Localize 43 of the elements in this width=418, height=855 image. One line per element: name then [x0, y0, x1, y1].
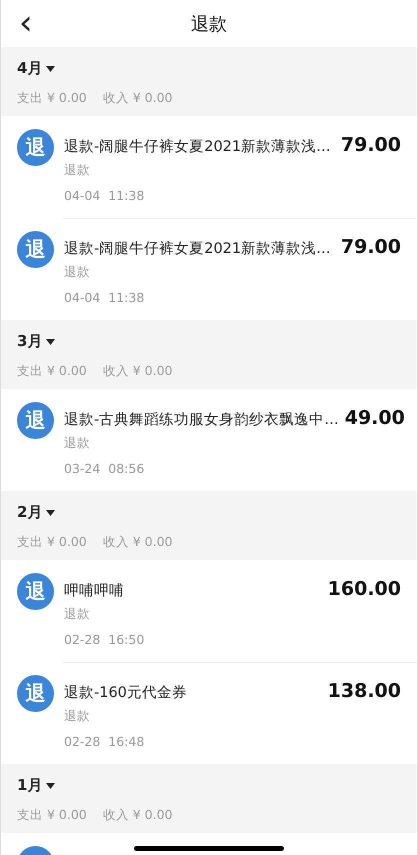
transaction-time: 04-04 11:38	[64, 188, 146, 203]
transaction-time: 02-28 16:48	[64, 734, 146, 749]
transaction-title: 退款-阔腿牛仔裤女夏2021新款薄款浅…	[64, 138, 331, 156]
transaction-time: 03-24 08:56	[64, 461, 146, 476]
summary-text: 支出 ¥ 0.00	[17, 807, 87, 824]
transaction-amount: 160.00	[328, 578, 401, 600]
summary-text: 收入 ¥ 0.00	[102, 90, 172, 107]
transaction-type: 退款	[64, 162, 91, 179]
caret-icon	[46, 338, 56, 344]
refund-icon: 退	[17, 231, 54, 268]
transaction-type: 退款	[64, 435, 91, 452]
transaction-type: 退款	[64, 606, 91, 623]
transaction-amount: 49.00	[344, 407, 405, 429]
refund-icon: 退	[17, 573, 54, 610]
month-selector[interactable]: 1月	[17, 776, 56, 795]
transaction-title: 退款-古典舞蹈练功服女身韵纱衣飘逸中…	[64, 410, 339, 429]
refund-icon: 退	[17, 675, 54, 712]
transaction-time: 02-28 16:50	[64, 632, 146, 647]
transaction-type: 退款	[64, 708, 91, 725]
transaction-type: 退款	[64, 264, 91, 281]
month-selector[interactable]: 2月	[17, 503, 56, 522]
summary-text: 收入 ¥ 0.00	[102, 807, 172, 824]
transaction-time: 04-04 11:38	[64, 290, 146, 305]
caret-icon	[46, 66, 56, 72]
caret-icon	[46, 510, 56, 516]
month-selector[interactable]: 4月	[17, 59, 56, 78]
transaction-amount: 79.00	[340, 236, 401, 258]
month-selector[interactable]: 3月	[17, 332, 56, 351]
summary-text: 支出 ¥ 0.00	[17, 363, 87, 380]
page-title: 退款	[191, 12, 227, 36]
refund-icon: 退	[17, 402, 54, 439]
summary-text: 收入 ¥ 0.00	[102, 363, 172, 380]
back-button[interactable]: ‹	[13, 6, 39, 40]
transaction-title: 呷哺呷哺	[64, 582, 124, 600]
transaction-amount: 138.00	[328, 680, 401, 702]
transaction-title: 退款-160元代金券	[64, 684, 187, 702]
transaction-title: 退款-阔腿牛仔裤女夏2021新款薄款浅…	[64, 240, 331, 258]
transaction-amount: 79.00	[340, 134, 401, 156]
summary-text: 收入 ¥ 0.00	[102, 534, 172, 551]
caret-icon	[46, 782, 56, 788]
refund-icon: 退	[17, 129, 54, 166]
summary-text: 支出 ¥ 0.00	[17, 90, 87, 107]
summary-text: 支出 ¥ 0.00	[17, 534, 87, 551]
